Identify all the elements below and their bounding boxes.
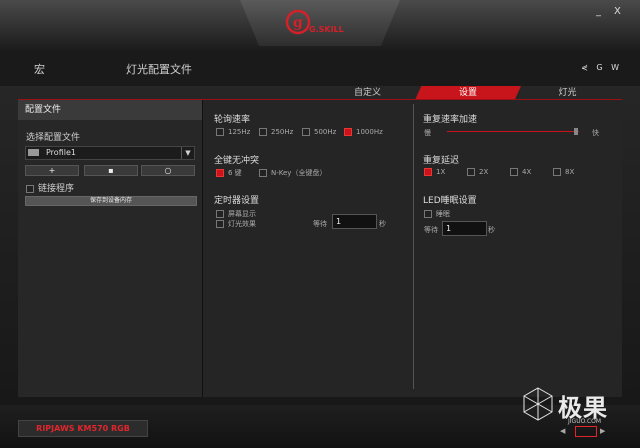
polling-rate-title: 轮询速率 — [214, 115, 251, 125]
profile-select-value: Profile1 — [46, 148, 76, 157]
nkro-6key-radio[interactable] — [216, 169, 224, 177]
repeat-delay-2x-label: 2X — [479, 168, 489, 176]
close-button[interactable]: X — [614, 6, 621, 17]
svg-text:G.SKILL: G.SKILL — [309, 25, 344, 34]
nkro-nkey-label: N-Key（全键盘） — [271, 169, 327, 177]
polling-125-checkbox[interactable] — [216, 128, 224, 136]
repeat-rate-fast: 快 — [592, 129, 599, 137]
tab-bar: 自定义 设置 灯光 — [0, 86, 640, 100]
timer-seconds-input[interactable]: 1 — [332, 214, 377, 229]
keyboard-icon[interactable] — [575, 426, 597, 437]
repeat-delay-1x-label: 1X — [436, 168, 446, 176]
column-divider — [413, 104, 414, 389]
led-sleep-option[interactable]: 睡眠 — [424, 209, 450, 219]
polling-500-label: 500Hz — [314, 128, 337, 136]
polling-500-checkbox[interactable] — [302, 128, 310, 136]
led-sleep-seconds-input[interactable]: 1 — [442, 221, 487, 236]
nkro-6key[interactable]: 6 键 — [216, 168, 242, 178]
timer-light-effect[interactable]: 灯光效果 — [216, 219, 256, 229]
polling-1000[interactable]: 1000Hz — [344, 128, 383, 136]
repeat-delay-title: 重复延迟 — [423, 156, 460, 166]
repeat-rate-slider-handle[interactable] — [573, 128, 578, 135]
profile-actions: + ▪ ○ — [25, 165, 195, 176]
link-program-option[interactable]: 链接程序 — [26, 181, 74, 194]
link-program-label: 链接程序 — [38, 184, 75, 194]
nkro-6key-label: 6 键 — [228, 169, 242, 177]
repeat-delay-2x-checkbox[interactable] — [467, 168, 475, 176]
tab-settings[interactable]: 设置 — [415, 86, 521, 100]
polling-125-label: 125Hz — [228, 128, 251, 136]
select-profile-label: 选择配置文件 — [26, 133, 81, 143]
nav-macro[interactable]: 宏 — [34, 61, 45, 77]
polling-250-checkbox[interactable] — [259, 128, 267, 136]
nav-tool-icons[interactable]: ⋞ G W — [581, 63, 622, 72]
repeat-delay-1x-checkbox[interactable] — [424, 168, 432, 176]
repeat-rate-title: 重复速率加速 — [423, 115, 478, 125]
led-sleep-seconds-unit: 秒 — [488, 226, 495, 234]
profile-select[interactable]: Profile1 ▼ — [25, 146, 195, 160]
timer-screen-label: 屏幕显示 — [228, 210, 256, 218]
next-device-button[interactable]: ▶ — [600, 427, 605, 435]
repeat-delay-4x[interactable]: 4X — [510, 168, 531, 176]
timer-screen-checkbox[interactable] — [216, 210, 224, 218]
watermark-subtext: JIGUO.COM — [568, 418, 602, 425]
repeat-delay-8x-checkbox[interactable] — [553, 168, 561, 176]
timer-title: 定时器设置 — [214, 196, 260, 206]
repeat-rate-slow: 慢 — [424, 129, 431, 137]
repeat-delay-4x-label: 4X — [522, 168, 532, 176]
repeat-delay-1x[interactable]: 1X — [424, 168, 445, 176]
repeat-delay-8x-label: 8X — [565, 168, 575, 176]
tab-lighting[interactable]: 灯光 — [525, 86, 610, 100]
polling-250-label: 250Hz — [271, 128, 294, 136]
profile-panel: 配置文件 选择配置文件 Profile1 ▼ + ▪ ○ 链接程序 保存到设备内… — [18, 100, 203, 397]
top-nav: 宏 灯光配置文件 ⋞ G W — [0, 52, 640, 86]
polling-500[interactable]: 500Hz — [302, 128, 336, 136]
led-sleep-label: 睡眠 — [436, 210, 450, 218]
polling-1000-label: 1000Hz — [356, 128, 383, 136]
timer-wait-label: 等待 — [313, 220, 327, 228]
reset-profile-button[interactable]: ○ — [141, 165, 195, 176]
polling-125[interactable]: 125Hz — [216, 128, 250, 136]
prev-device-button[interactable]: ◀ — [560, 427, 565, 435]
add-profile-button[interactable]: + — [25, 165, 79, 176]
save-to-device-button[interactable]: 保存到设备内存 — [25, 196, 197, 206]
gskill-logo-icon: g G.SKILL — [285, 9, 344, 35]
repeat-delay-4x-checkbox[interactable] — [510, 168, 518, 176]
minimize-button[interactable]: _ — [596, 6, 601, 17]
led-sleep-wait-label: 等待 — [424, 226, 438, 234]
tab-custom[interactable]: 自定义 — [325, 86, 410, 100]
nkro-title: 全键无冲突 — [214, 156, 260, 166]
nav-lighting-profile[interactable]: 灯光配置文件 — [126, 61, 192, 77]
timer-seconds-unit: 秒 — [379, 220, 386, 228]
polling-250[interactable]: 250Hz — [259, 128, 293, 136]
profile-icon — [28, 149, 39, 156]
led-sleep-checkbox[interactable] — [424, 210, 432, 218]
delete-profile-button[interactable]: ▪ — [84, 165, 138, 176]
repeat-delay-8x[interactable]: 8X — [553, 168, 574, 176]
timer-screen-display[interactable]: 屏幕显示 — [216, 209, 256, 219]
polling-1000-checkbox[interactable] — [344, 128, 352, 136]
keyboard-model-label: RIPJAWS KM570 RGB — [18, 420, 148, 437]
chevron-down-icon[interactable]: ▼ — [181, 147, 194, 159]
svg-text:g: g — [293, 15, 303, 31]
timer-light-label: 灯光效果 — [228, 220, 256, 228]
led-sleep-title: LED睡眠设置 — [423, 196, 477, 206]
repeat-delay-2x[interactable]: 2X — [467, 168, 488, 176]
profile-panel-title: 配置文件 — [18, 100, 202, 120]
nkro-nkey[interactable]: N-Key（全键盘） — [259, 168, 326, 178]
nkro-nkey-radio[interactable] — [259, 169, 267, 177]
repeat-rate-slider[interactable] — [447, 131, 579, 132]
timer-light-checkbox[interactable] — [216, 220, 224, 228]
link-program-checkbox[interactable] — [26, 184, 34, 193]
